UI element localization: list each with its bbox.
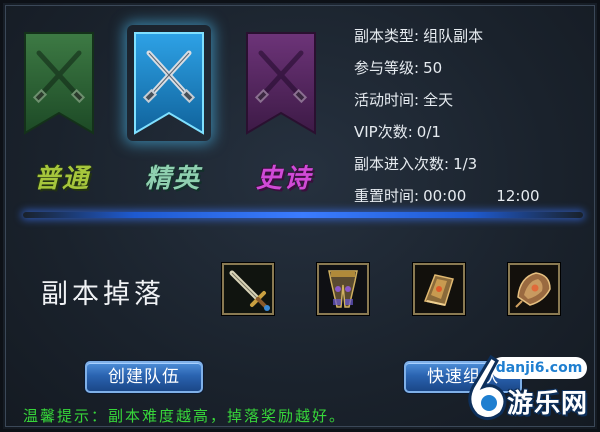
- drop-slot-bracer[interactable]: [413, 263, 465, 315]
- difficulty-elite-banner[interactable]: [133, 31, 205, 135]
- difficulty-normal-label[interactable]: 普通: [17, 158, 107, 195]
- bracer-icon: [415, 265, 463, 313]
- info-level-row: 参与等级: 50: [354, 56, 594, 88]
- drops-title: 副本掉落: [41, 279, 165, 310]
- drop-slot-leg-armor[interactable]: [317, 263, 369, 315]
- info-reset-value-2: 12:00: [496, 187, 540, 205]
- info-level-label: 参与等级:: [354, 59, 420, 77]
- difficulty-elite-label[interactable]: 精英: [128, 158, 218, 195]
- info-type-value: 组队副本: [423, 27, 484, 45]
- section-divider: [23, 212, 583, 218]
- watermark: danji6.com 游乐网: [459, 347, 591, 425]
- info-level-value: 50: [423, 59, 443, 77]
- dungeon-panel: 普通 精英 史诗 副本类型: 组队副本 参与等级: 50 活动时间: 全天 VIP次数…: [0, 0, 600, 432]
- difficulty-epic-label[interactable]: 史诗: [239, 158, 329, 195]
- info-vip-label: VIP次数:: [354, 123, 413, 141]
- shoulder-armor-icon: [510, 265, 558, 313]
- drop-slot-shoulder-armor[interactable]: [508, 263, 560, 315]
- info-time-row: 活动时间: 全天: [354, 88, 594, 120]
- dungeon-info: 副本类型: 组队副本 参与等级: 50 活动时间: 全天 VIP次数: 0/1 副本进入…: [354, 24, 594, 216]
- info-reset-label: 重置时间:: [354, 187, 420, 205]
- crossed-swords-icon: [134, 32, 204, 135]
- crossed-swords-icon: [246, 32, 316, 135]
- info-time-label: 活动时间:: [354, 91, 420, 109]
- difficulty-epic-banner[interactable]: [245, 31, 317, 135]
- info-type-row: 副本类型: 组队副本: [354, 24, 594, 56]
- leg-armor-icon: [319, 265, 367, 313]
- info-reset-value-1: 00:00: [423, 187, 467, 205]
- info-entries-row: 副本进入次数: 1/3: [354, 152, 594, 184]
- info-vip-value: 0/1: [416, 123, 441, 141]
- crossed-swords-icon: [24, 32, 94, 135]
- sword-icon: [224, 265, 272, 313]
- tip-text: 温馨提示：副本难度越高，掉落奖励越好。: [23, 407, 347, 425]
- watermark-logo-icon: [468, 354, 507, 420]
- info-entries-label: 副本进入次数:: [354, 155, 450, 173]
- info-vip-row: VIP次数: 0/1: [354, 120, 594, 152]
- info-type-label: 副本类型:: [354, 27, 420, 45]
- info-time-value: 全天: [423, 91, 454, 109]
- info-entries-value: 1/3: [453, 155, 478, 173]
- drop-slot-sword[interactable]: [222, 263, 274, 315]
- create-team-button[interactable]: 创建队伍: [85, 361, 203, 393]
- difficulty-normal-banner[interactable]: [23, 31, 95, 135]
- watermark-brand: 游乐网: [507, 389, 589, 419]
